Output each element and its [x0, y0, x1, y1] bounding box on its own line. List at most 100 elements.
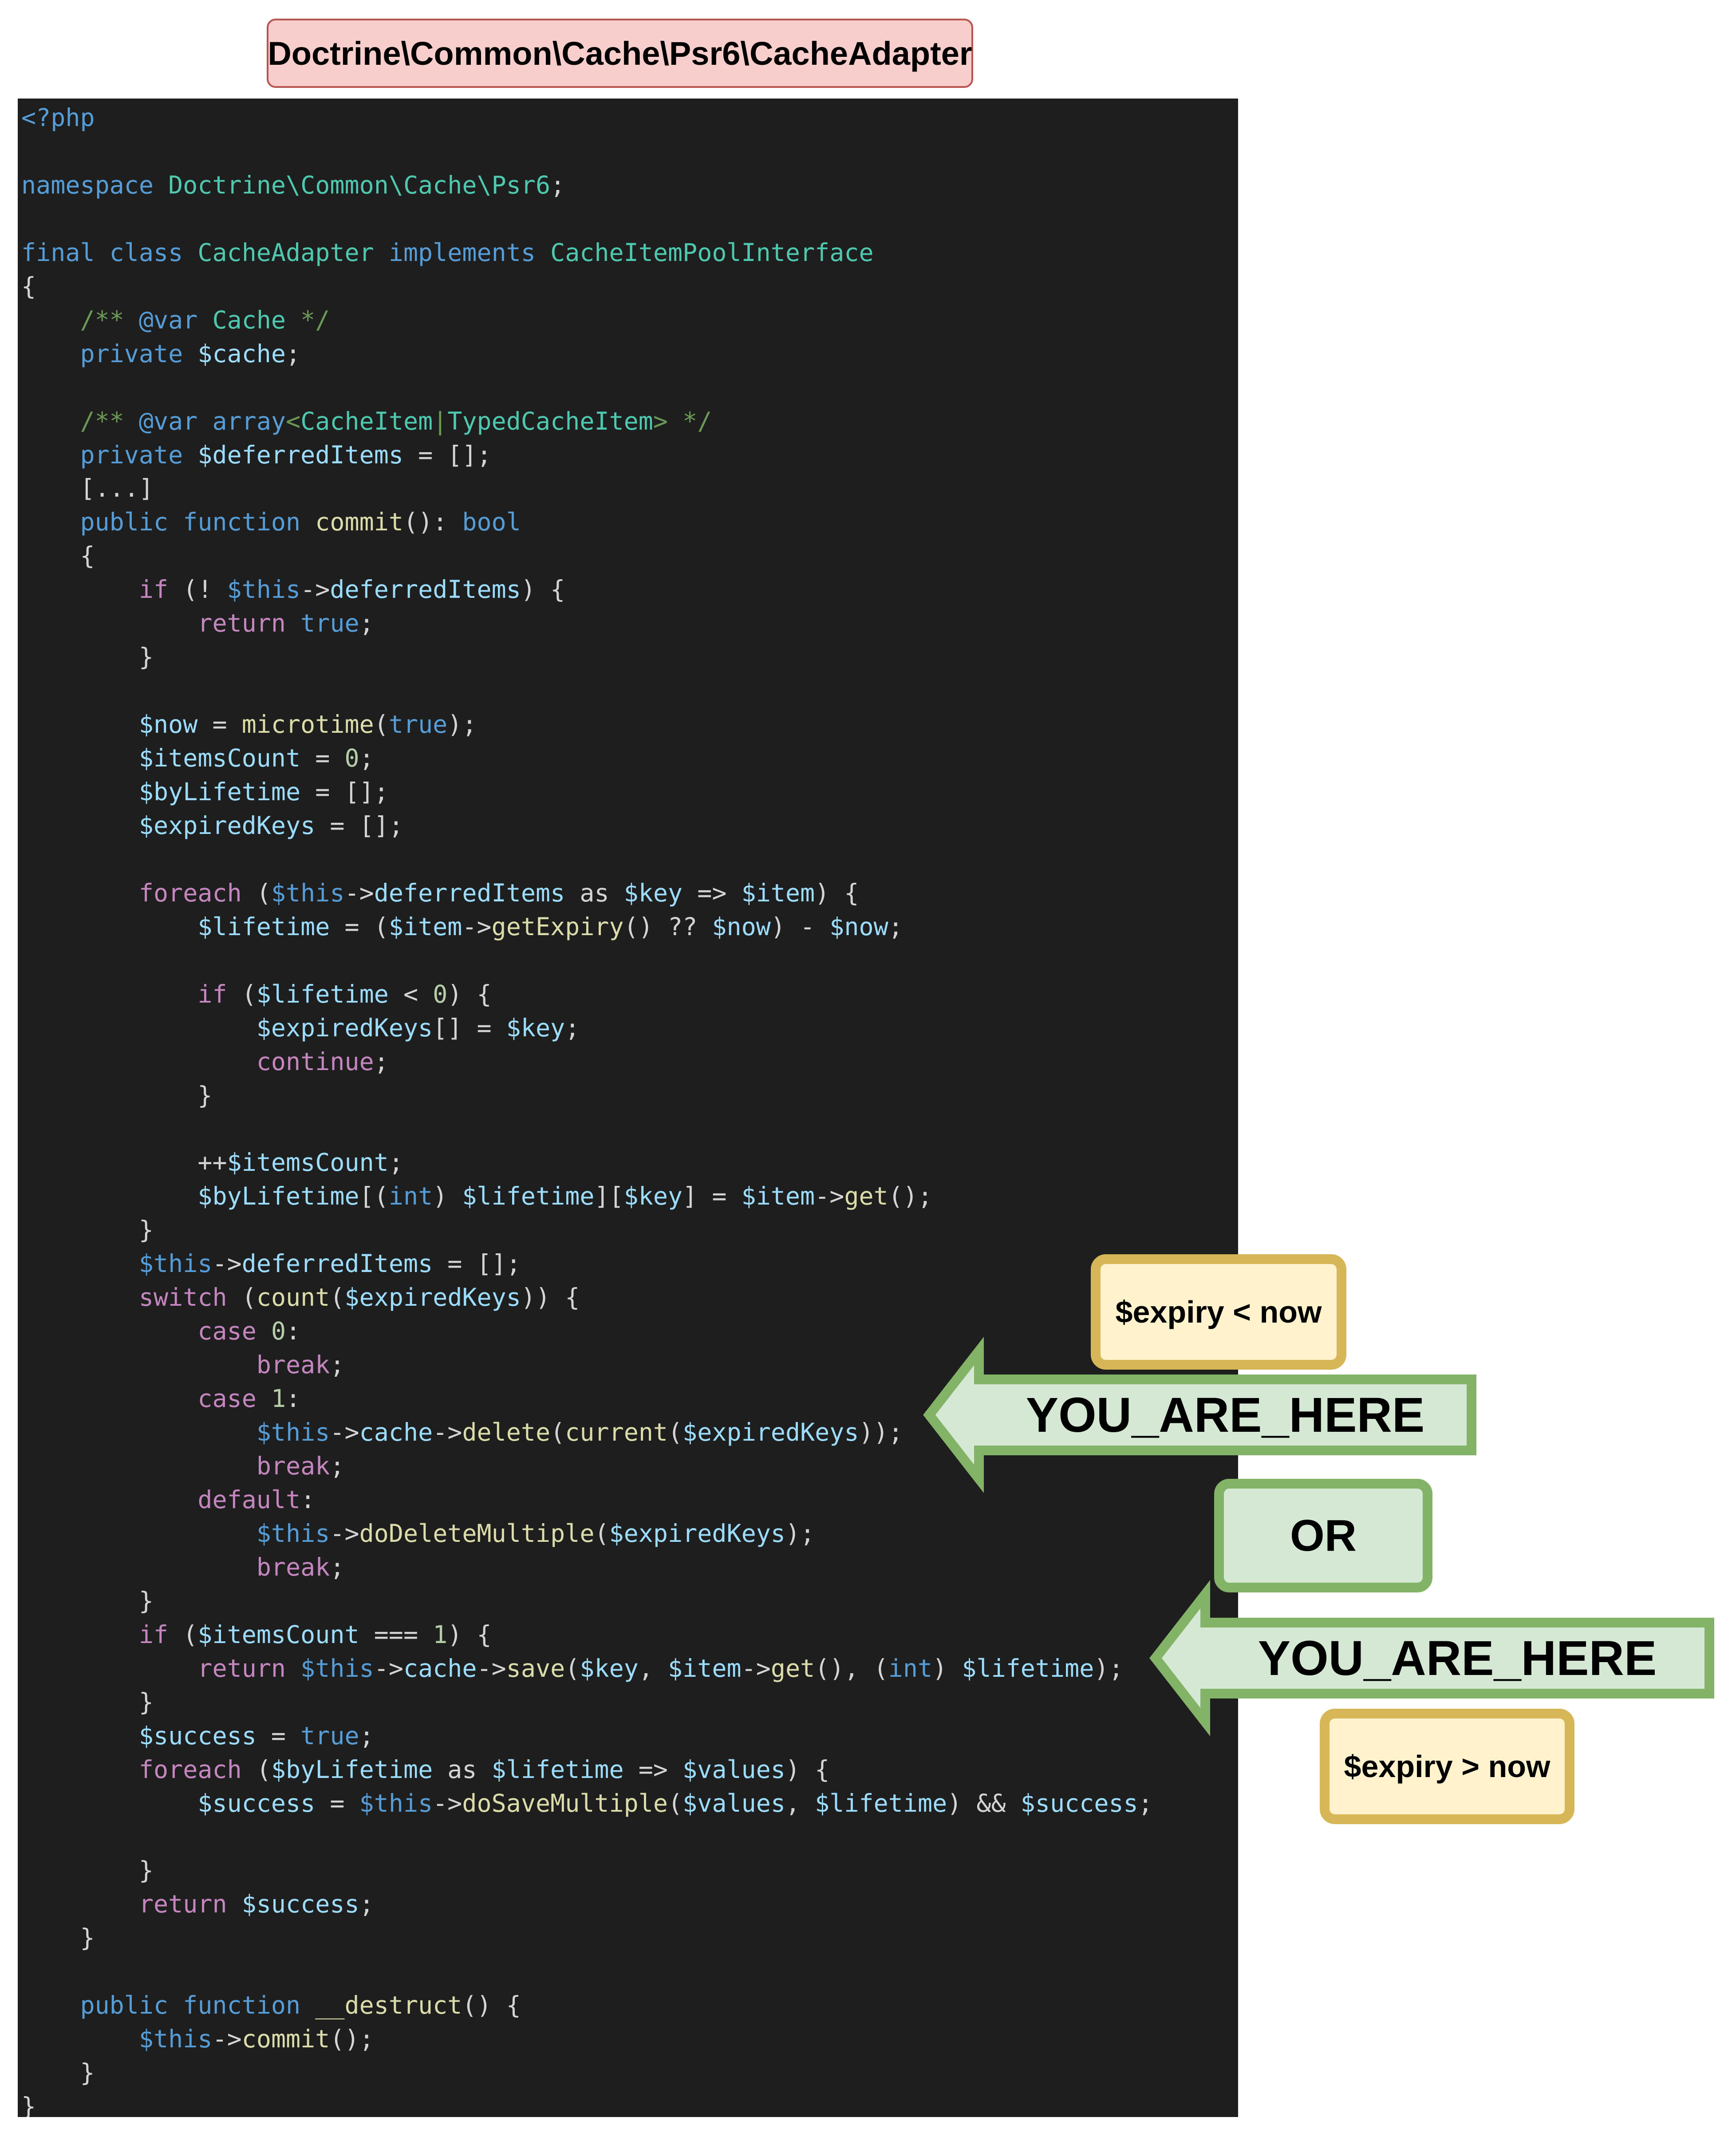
code-token: $now	[829, 912, 888, 941]
code-line: /** @var Cache */	[21, 303, 330, 337]
code-token: (	[241, 1283, 256, 1312]
code-token: $lifetime	[491, 1755, 624, 1784]
expiry-future-note: $expiry > now	[1320, 1709, 1574, 1824]
code-token: $this	[227, 575, 301, 604]
code-token: }	[21, 643, 154, 672]
code-token: 0	[344, 744, 359, 773]
code-line: case 0:	[21, 1314, 300, 1348]
code-token: $item	[668, 1654, 742, 1683]
you-are-here-label-bottom: YOU_ARE_HERE	[1258, 1631, 1657, 1686]
code-line: $byLifetime = [];	[21, 775, 389, 809]
code-token: namespace	[21, 170, 169, 199]
code-token: ->	[433, 1789, 462, 1817]
code-token: ;	[374, 1047, 389, 1076]
code-line: $expiredKeys[] = $key;	[21, 1011, 580, 1045]
code-token: Doctrine\Common\Cache\Psr6	[168, 170, 551, 199]
code-token: true	[300, 1721, 359, 1750]
code-line: $this->cache->delete(current($expiredKey…	[21, 1415, 903, 1449]
code-token: |	[433, 407, 448, 435]
code-token: [] =	[433, 1013, 506, 1042]
code-token: ;	[388, 1148, 403, 1177]
code-token: if	[138, 1620, 183, 1649]
code-token: {	[21, 541, 95, 570]
code-token: 0	[433, 980, 448, 1008]
code-token: ->	[330, 1519, 359, 1548]
code-token: [...]	[21, 474, 154, 503]
code-token: $this	[271, 878, 345, 907]
code-token: ) {	[447, 1620, 492, 1649]
code-line: switch (count($expiredKeys)) {	[21, 1280, 580, 1314]
code-token: }	[21, 2058, 95, 2087]
code-line: }	[21, 1213, 154, 1247]
code-line: ++$itemsCount;	[21, 1146, 403, 1179]
code-token: <?php	[21, 103, 95, 132]
code-token: ->	[741, 1654, 771, 1683]
code-token: $key	[623, 1182, 683, 1211]
code-token: private	[80, 440, 198, 469]
code-token: (	[241, 980, 256, 1008]
code-token: $expiredKeys	[138, 811, 316, 840]
code-token: bool	[462, 508, 521, 537]
code-token: ) {	[815, 878, 859, 907]
code-token: getExpiry	[491, 912, 624, 941]
code-token: $itemsCount	[197, 1620, 359, 1649]
code-token: ();	[888, 1182, 933, 1211]
code-token: $now	[138, 710, 198, 739]
code-token: int	[388, 1182, 433, 1211]
code-token: case	[197, 1384, 271, 1413]
code-token: ) &&	[947, 1789, 1021, 1817]
code-token: (	[594, 1519, 609, 1548]
code-token: ) -	[770, 912, 830, 941]
code-token: :	[286, 1384, 301, 1413]
code-token: (	[256, 1755, 271, 1784]
code-token: $success	[197, 1789, 316, 1817]
code-token: [(	[359, 1182, 389, 1211]
code-token: public function	[80, 1991, 316, 2020]
code-line: foreach ($byLifetime as $lifetime => $va…	[21, 1753, 829, 1786]
code-token: CacheAdapter	[197, 238, 389, 267]
code-token: private	[80, 339, 198, 368]
code-token: CacheItem	[300, 407, 433, 435]
code-token: implements	[388, 238, 551, 267]
code-token: $key	[506, 1013, 565, 1042]
code-line: $now = microtime(true);	[21, 707, 477, 741]
code-token: =	[197, 710, 242, 739]
code-token: $success	[138, 1721, 256, 1750]
code-token: ->	[374, 1654, 403, 1683]
code-line: }	[21, 2056, 95, 2090]
code-line: $this->doDeleteMultiple($expiredKeys);	[21, 1517, 815, 1550]
code-line: default:	[21, 1483, 315, 1517]
code-token: $byLifetime	[197, 1182, 359, 1211]
code-token: 0	[271, 1317, 286, 1346]
code-token: ++	[21, 1148, 227, 1177]
code-line: [...]	[21, 471, 154, 505]
code-line: $lifetime = ($item->getExpiry() ?? $now)…	[21, 910, 903, 944]
code-token: foreach	[138, 1755, 256, 1784]
code-token: ,	[785, 1789, 815, 1817]
code-token: =>	[683, 878, 742, 907]
code-token: ) {	[785, 1755, 830, 1784]
code-token: int	[888, 1654, 933, 1683]
code-token: ));	[859, 1418, 903, 1447]
code-token: deferredItems	[374, 878, 565, 907]
code-token: commit	[315, 508, 403, 537]
code-line: }	[21, 1685, 154, 1719]
code-line: continue;	[21, 1045, 389, 1078]
code-token: case	[197, 1317, 271, 1346]
code-token: $success	[241, 1890, 359, 1919]
code-token: $item	[388, 912, 462, 941]
code-line: break;	[21, 1550, 345, 1584]
code-token: $deferredItems	[197, 440, 403, 469]
code-line: $this->deferredItems = [];	[21, 1247, 521, 1280]
code-token: if	[138, 575, 183, 604]
code-token: = [];	[300, 778, 389, 806]
or-box: OR	[1214, 1479, 1432, 1592]
code-token: CacheItemPoolInterface	[550, 238, 874, 267]
